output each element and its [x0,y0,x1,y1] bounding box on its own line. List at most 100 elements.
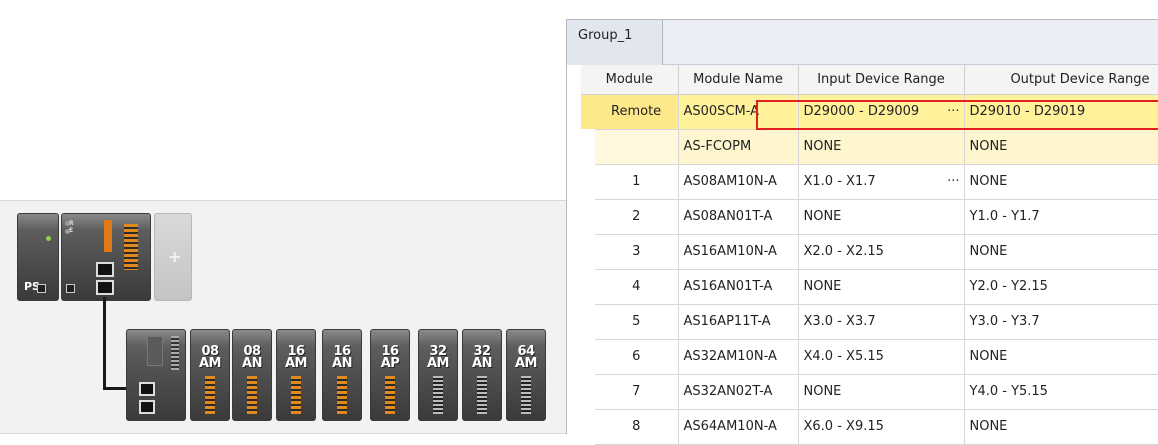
module-table: Module Module Name Input Device Range Ou… [567,65,1158,445]
io-module-label: 16 AM [285,344,308,371]
output-range-cell[interactable]: NONE [964,164,1158,200]
module-name-cell[interactable]: AS08AN01T-A [678,199,799,235]
io-module-label: 32 AM [427,344,450,371]
input-more-button[interactable]: ··· [947,174,959,189]
cpu-port-top[interactable] [96,262,114,277]
remote-name-cell[interactable]: AS00SCM-A [678,94,799,130]
io-module[interactable]: 16 AN [322,329,362,421]
cpu-led-run [65,221,70,226]
table-row[interactable]: 1 AS08AM10N-A X1.0 - X1.7 ··· NONE [567,164,1158,200]
hardware-canvas[interactable]: PS RE + 08 AM 08 AN 16 AM 16 AN 16 AP 32 AM 32… [0,200,566,434]
io-terminal-block [385,376,395,414]
io-terminal-block [247,376,257,414]
output-range-value: Y4.0 - Y5.15 [969,384,1048,399]
input-range-value: X4.0 - X5.15 [803,349,884,364]
module-name-cell[interactable]: AS32AM10N-A [678,339,799,375]
output-range-cell[interactable]: NONE [964,339,1158,375]
module-number-cell[interactable]: 8 [567,409,679,445]
cpu-led-err [65,229,70,234]
module-name-cell[interactable]: AS64AM10N-A [678,409,799,445]
power-led [46,236,51,241]
module-number-cell[interactable]: 2 [567,199,679,235]
output-range-value: NONE [969,349,1008,364]
io-module[interactable]: 32 AN [462,329,502,421]
output-range-cell[interactable]: Y4.0 - Y5.15 [964,374,1158,410]
remote-adapter-module[interactable] [126,329,186,421]
empty-slot[interactable]: + [154,213,192,301]
input-range-cell[interactable]: NONE [798,199,965,235]
table-row[interactable]: 2AS08AN01T-A NONE Y1.0 - Y1.7·· [567,199,1158,235]
module-name-cell[interactable]: AS08AM10N-A [678,164,799,200]
cpu-port-bottom[interactable] [96,280,114,295]
table-row[interactable]: 6 AS32AM10N-A X4.0 - X5.15 NONE [567,339,1158,375]
input-range-cell[interactable]: X3.0 - X3.7 [798,304,965,340]
table-row-comm-card[interactable]: AS-FCOPM NONE NONE [567,129,1158,165]
module-number-cell[interactable]: 1 [567,164,679,200]
tab-group-1[interactable]: Group_1 [567,20,663,65]
output-range-cell[interactable]: Y1.0 - Y1.7·· [964,199,1158,235]
output-range-cell[interactable]: NONE [964,409,1158,445]
io-module[interactable]: 32 AM [418,329,458,421]
module-number-cell[interactable]: 7 [567,374,679,410]
header-output-range[interactable]: Output Device Range [964,65,1158,95]
table-row[interactable]: 7 AS32AN02T-A NONE Y4.0 - Y5.15 [567,374,1158,410]
adapter-port-top[interactable] [139,382,155,396]
input-range-cell[interactable]: NONE [798,269,965,305]
remote-module-label: Remote [611,104,662,119]
module-name-cell[interactable]: AS16AM10N-A [678,234,799,270]
io-module[interactable]: 64 AM [506,329,546,421]
output-range-cell[interactable]: Y3.0 - Y3.7 [964,304,1158,340]
table-row[interactable]: 3 AS16AM10N-A X2.0 - X2.15 NONE [567,234,1158,270]
input-range-cell[interactable]: X2.0 - X2.15 [798,234,965,270]
table-row-remote[interactable]: Remote AS00SCM-A D29000 - D29009 ··· D290… [581,94,1158,130]
remote-module-cell[interactable]: Remote [581,94,679,130]
io-terminal-block [477,376,487,414]
table-row[interactable]: 8 AS64AM10N-A X6.0 - X9.15 NONE [567,409,1158,445]
network-cable-vertical [103,297,106,389]
comm-card-name-cell[interactable]: AS-FCOPM [678,129,799,165]
io-module-label: 64 AM [515,344,538,371]
input-range-value: NONE [803,279,842,294]
io-module[interactable]: 16 AM [276,329,316,421]
module-number-cell[interactable]: 5 [567,304,679,340]
io-module-label: 16 AN [332,344,352,371]
input-range-cell[interactable]: NONE [798,374,965,410]
header-module-name[interactable]: Module Name [678,65,799,95]
io-module-label: 08 AN [242,344,262,371]
remote-input-more-button[interactable]: ··· [947,104,959,119]
remote-cpu-module[interactable]: RE [61,213,151,301]
output-range-value: NONE [969,174,1008,189]
input-range-cell[interactable]: X1.0 - X1.7 ··· [798,164,965,200]
add-module-icon[interactable]: + [168,247,181,266]
table-row[interactable]: 5 AS16AP11T-A X3.0 - X3.7 Y3.0 - Y3.7 [567,304,1158,340]
header-input-range[interactable]: Input Device Range [798,65,965,95]
io-module[interactable]: 16 AP [370,329,410,421]
cpu-usb-port [66,284,75,293]
input-range-value: X2.0 - X2.15 [803,244,884,259]
remote-input-cell[interactable]: D29000 - D29009 ··· [798,94,965,130]
module-number-cell[interactable]: 6 [567,339,679,375]
table-row[interactable]: 4 AS16AN01T-A NONE Y2.0 - Y2.15 [567,269,1158,305]
input-range-value: X6.0 - X9.15 [803,419,884,434]
io-module[interactable]: 08 AN [232,329,272,421]
comm-card-indent [567,129,679,165]
output-range-cell[interactable]: Y2.0 - Y2.15 [964,269,1158,305]
adapter-port-bottom[interactable] [139,400,155,414]
remote-output-cell[interactable]: D29010 - D29019 [964,94,1158,130]
module-name-cell[interactable]: AS16AN01T-A [678,269,799,305]
remote-input-value: D29000 - D29009 [803,104,920,119]
module-number-cell[interactable]: 4 [567,269,679,305]
module-name-cell[interactable]: AS32AN02T-A [678,374,799,410]
io-module[interactable]: 08 AM [190,329,230,421]
device-range-grid: Group_1 Module Module Name Input Device … [566,19,1158,445]
comm-card-output-cell[interactable]: NONE [964,129,1158,165]
module-name-cell[interactable]: AS16AP11T-A [678,304,799,340]
power-supply-module[interactable]: PS [17,213,59,301]
cpu-terminal-block [124,224,138,270]
module-number-cell[interactable]: 3 [567,234,679,270]
input-range-cell[interactable]: X4.0 - X5.15 [798,339,965,375]
comm-card-input-cell[interactable]: NONE [798,129,965,165]
header-module[interactable]: Module [581,65,679,95]
output-range-cell[interactable]: NONE [964,234,1158,270]
input-range-cell[interactable]: X6.0 - X9.15 [798,409,965,445]
